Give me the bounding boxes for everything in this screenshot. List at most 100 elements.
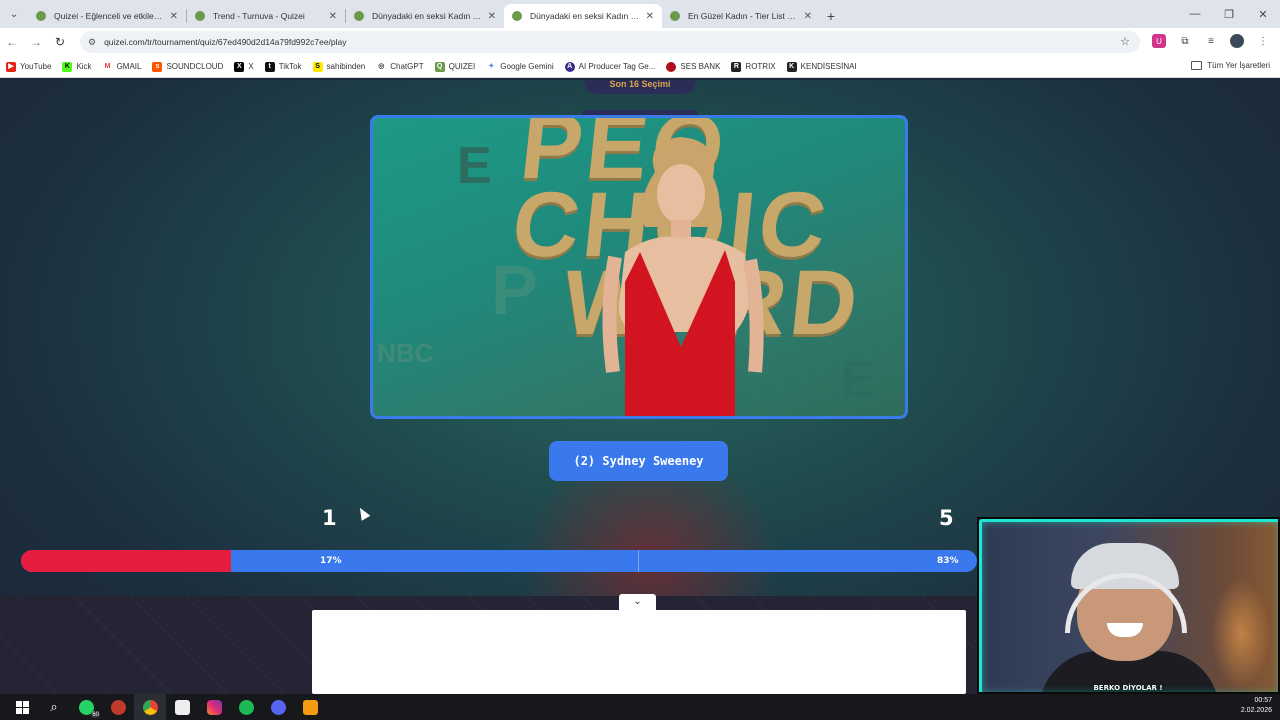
tab-title: Quizei - Eğlenceli ve etkileşimli	[54, 11, 164, 21]
collapse-ad-chevron-icon[interactable]: ⌄	[619, 594, 656, 610]
photo-backdrop-e: E	[457, 137, 492, 195]
quizei-favicon-icon	[195, 11, 205, 21]
bookmark-label: YouTube	[20, 62, 52, 71]
photo-backdrop-p: P	[491, 251, 538, 329]
bookmark-x[interactable]: XX	[234, 61, 254, 72]
taskbar-spotify[interactable]	[230, 694, 262, 720]
bookmark-label: AI Producer Tag Ge...	[578, 62, 656, 71]
discord-icon	[270, 699, 286, 715]
bookmark-ses-bank[interactable]: SES BANK	[666, 61, 721, 72]
tab-1[interactable]: Trend - Turnuva - Quizei ✕	[187, 4, 345, 28]
bookmark-label: SOUNDCLOUD	[166, 62, 224, 71]
quizei-icon: Q	[434, 61, 445, 72]
kendisesinai-icon: K	[786, 61, 797, 72]
bookmarks-bar: ▶ YouTube K Kick M GMAIL s SOUNDCLOUD XX t Ti…	[0, 56, 1280, 78]
tab-4[interactable]: En Güzel Kadın - Tier List | Kör ✕	[662, 4, 820, 28]
tab-3-active[interactable]: Dünyadaki en seksi Kadın kim ✕	[504, 4, 662, 28]
start-button[interactable]	[6, 694, 38, 720]
close-tab-icon[interactable]: ✕	[170, 11, 178, 22]
bookmark-chatgpt[interactable]: ◎ ChatGPT	[376, 61, 424, 72]
bookmark-soundcloud[interactable]: s SOUNDCLOUD	[152, 61, 224, 72]
tab-2[interactable]: Dünyadaki en seksi Kadın kim ✕	[346, 4, 504, 28]
bookmark-youtube[interactable]: ▶ YouTube	[6, 61, 52, 72]
clock-time: 00:57	[1254, 697, 1272, 704]
forward-arrow-icon[interactable]: →	[24, 35, 48, 49]
bookmark-gemini[interactable]: ✦ Google Gemini	[486, 61, 554, 72]
webcam-frame	[979, 519, 1278, 692]
close-tab-icon[interactable]: ✕	[646, 11, 654, 22]
media-controls-icon[interactable]: ≡	[1204, 34, 1218, 48]
close-tab-icon[interactable]: ✕	[488, 11, 496, 22]
close-tab-icon[interactable]: ✕	[329, 11, 337, 22]
windows-taskbar: ⌕ 60 00:57 2.02.2026	[0, 694, 1280, 720]
mouse-cursor-icon	[355, 505, 371, 521]
taskbar-instagram[interactable]	[198, 694, 230, 720]
taskbar-app[interactable]	[166, 694, 198, 720]
reload-icon[interactable]: ↻	[48, 35, 72, 49]
bookmark-quizei[interactable]: Q QUIZEI	[434, 61, 476, 72]
address-bar[interactable]: ⚙ quizei.com/tr/tournament/quiz/67ed490d…	[80, 31, 1140, 53]
windows-logo-icon	[15, 700, 29, 714]
contestant-figure	[602, 137, 764, 416]
toolbar-right-icons: U ⧉ ≡ ⋮	[1152, 34, 1270, 48]
youtube-icon: ▶	[6, 61, 16, 72]
tab-search-chevron-icon[interactable]: ⌄	[0, 0, 28, 28]
taskbar-fl-studio[interactable]	[294, 694, 326, 720]
taskbar-whatsapp[interactable]: 60	[70, 694, 102, 720]
tab-title: En Güzel Kadın - Tier List | Kör	[688, 11, 798, 21]
search-button[interactable]: ⌕	[38, 694, 70, 720]
bookmark-kendisesinai[interactable]: K KENDİSESİNAI	[786, 61, 857, 72]
bookmark-star-icon[interactable]: ☆	[1120, 35, 1130, 48]
bookmark-gmail[interactable]: M GMAIL	[102, 61, 142, 72]
clock-date: 2.02.2026	[1240, 707, 1272, 714]
all-bookmarks-folder[interactable]: Tüm Yer İşaretleri	[1191, 61, 1270, 70]
bookmark-label: SES BANK	[680, 62, 721, 71]
close-window-icon[interactable]: ✕	[1246, 0, 1280, 28]
menu-kebab-icon[interactable]: ⋮	[1256, 34, 1270, 48]
bookmark-sahibinden[interactable]: Ssahibinden	[312, 61, 366, 72]
quizei-favicon-icon	[512, 11, 522, 21]
extensions-puzzle-icon[interactable]: ⧉	[1178, 34, 1192, 48]
close-tab-icon[interactable]: ✕	[804, 11, 812, 22]
sahibinden-icon: S	[312, 61, 323, 72]
bookmark-label: sahibinden	[326, 62, 366, 71]
contestant-photo[interactable]: PEOCHOIC WARD E E P NBC	[370, 115, 908, 419]
ai-producer-icon: A	[564, 61, 575, 72]
left-percentage-fill	[21, 550, 232, 572]
gemini-sparkle-icon: ✦	[486, 61, 497, 72]
fl-studio-icon	[302, 699, 318, 715]
tab-0[interactable]: Quizei - Eğlenceli ve etkileşimli ✕	[28, 4, 186, 28]
gmail-icon: M	[102, 61, 113, 72]
taskbar-app[interactable]	[102, 694, 134, 720]
quizei-favicon-icon	[36, 11, 46, 21]
all-bookmarks-label: Tüm Yer İşaretleri	[1207, 61, 1270, 70]
taskbar-chrome[interactable]	[134, 694, 166, 720]
bookmark-label: QUIZEI	[448, 62, 476, 71]
url-text: quizei.com/tr/tournament/quiz/67ed490d2d…	[104, 37, 347, 47]
minimize-icon[interactable]: —	[1178, 0, 1212, 28]
profile-avatar-icon[interactable]	[1230, 34, 1244, 48]
bookmark-ai-producer[interactable]: A AI Producer Tag Ge...	[564, 61, 656, 72]
bookmark-tiktok[interactable]: t TikTok	[264, 61, 302, 72]
bookmark-label: GMAIL	[116, 62, 142, 71]
soundcloud-icon: s	[152, 61, 163, 72]
tab-title: Trend - Turnuva - Quizei	[213, 11, 305, 21]
bookmark-kick[interactable]: K Kick	[62, 61, 92, 72]
extension-shield-icon[interactable]: U	[1152, 34, 1166, 48]
instagram-icon	[206, 699, 222, 715]
bookmark-label: TikTok	[278, 62, 302, 71]
restore-icon[interactable]: ❐	[1212, 0, 1246, 28]
tab-strip: ⌄ Quizei - Eğlenceli ve etkileşimli ✕ Tre…	[0, 0, 1280, 28]
new-tab-button[interactable]: +	[820, 4, 842, 28]
tab-title: Dünyadaki en seksi Kadın kim	[530, 11, 640, 21]
back-arrow-icon[interactable]: ←	[0, 35, 24, 49]
taskbar-discord[interactable]	[262, 694, 294, 720]
round-label: Son 16 Seçimi	[584, 80, 696, 94]
rotrix-icon: R	[731, 61, 742, 72]
bookmark-rotrix[interactable]: R ROTRIX	[731, 61, 776, 72]
system-clock[interactable]: 00:57 2.02.2026	[1241, 696, 1272, 716]
contestant-name-button[interactable]: (2) Sydney Sweeney	[549, 441, 728, 481]
left-percentage-label: 17%	[320, 556, 342, 566]
photo-backdrop-e: E	[841, 351, 876, 409]
site-info-icon[interactable]: ⚙	[88, 37, 96, 48]
